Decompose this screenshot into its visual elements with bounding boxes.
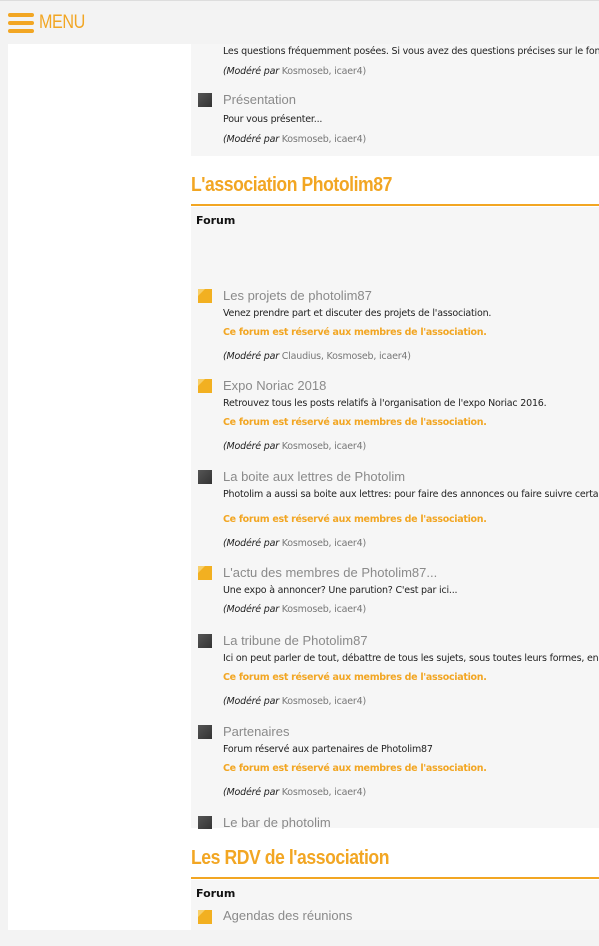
forum-unread-icon — [198, 379, 212, 393]
forum-moderators: (Modéré par Kosmoseb, icaer4) — [223, 787, 366, 798]
column-header-forum: Forum — [196, 214, 236, 227]
forum-description: Une expo à annoncer? Une parution? C'est… — [223, 585, 458, 596]
forum-list: Les questions fréquemment posées. Si vou… — [191, 44, 599, 930]
column-header-forum: Forum — [196, 887, 236, 900]
forum-moderators: (Modéré par Kosmoseb, icaer4) — [223, 696, 366, 707]
forum-moderators: (Modéré par Kosmoseb, icaer4) — [223, 604, 366, 615]
forum-description: Pour vous présenter... — [223, 114, 323, 125]
forum-row[interactable]: Présentation Pour vous présenter... (Mod… — [191, 92, 599, 148]
forum-unread-icon — [198, 289, 212, 303]
forum-description: Forum réservé aux partenaires de Photoli… — [223, 744, 433, 755]
forum-description: Photolim a aussi sa boite aux lettres: p… — [223, 489, 599, 500]
top-forum-panel: Les questions fréquemment posées. Si vou… — [191, 44, 599, 156]
hamburger-icon — [8, 13, 34, 33]
forum-description: Retrouvez tous les posts relatifs à l'or… — [223, 398, 547, 409]
forum-unread-icon — [198, 910, 212, 924]
forum-title-link[interactable]: Le bar de photolim — [223, 815, 331, 830]
forum-moderators: (Modéré par Kosmoseb, icaer4) — [223, 538, 366, 549]
forum-read-icon — [198, 725, 212, 739]
category-rdv: Les RDV de l'association Forum Agendas d… — [191, 829, 599, 930]
forum-description: Ici on peut parler de tout, débattre de … — [223, 653, 599, 664]
forum-title-link[interactable]: La tribune de Photolim87 — [223, 633, 368, 648]
menu-label: MENU — [39, 12, 85, 33]
forum-reserved-notice: Ce forum est réservé aux membres de l'as… — [223, 672, 487, 683]
forum-description: Les questions fréquemment posées. Si vou… — [223, 46, 599, 57]
forum-title-link[interactable]: L'actu des membres de Photolim87... — [223, 565, 437, 580]
forum-title-link[interactable]: La boite aux lettres de Photolim — [223, 469, 405, 484]
category-panel: Forum Agendas des réunions — [191, 880, 599, 930]
category-photolim87: L'association Photolim87 Forum Les proje… — [191, 156, 599, 865]
forum-title-link[interactable]: Expo Noriac 2018 — [223, 378, 326, 393]
category-title[interactable]: L'association Photolim87 — [191, 174, 392, 197]
forum-moderators: (Modéré par Claudius, Kosmoseb, icaer4) — [223, 351, 411, 362]
forum-read-icon — [198, 93, 212, 107]
forum-title-link[interactable]: Les projets de photolim87 — [223, 288, 372, 303]
forum-read-icon — [198, 470, 212, 484]
menu-button[interactable]: MENU — [8, 11, 93, 35]
forum-reserved-notice: Ce forum est réservé aux membres de l'as… — [223, 327, 487, 338]
category-title[interactable]: Les RDV de l'association — [191, 847, 389, 870]
forum-reserved-notice: Ce forum est réservé aux membres de l'as… — [223, 417, 487, 428]
forum-moderators: (Modéré par Kosmoseb, icaer4) — [223, 134, 366, 145]
forum-reserved-notice: Ce forum est réservé aux membres de l'as… — [223, 514, 487, 525]
forum-row[interactable]: Agendas des réunions — [191, 908, 599, 928]
sidebar — [8, 44, 191, 930]
forum-unread-icon — [198, 566, 212, 580]
forum-read-icon — [198, 816, 212, 830]
forum-moderators: (Modéré par Kosmoseb, icaer4) — [223, 66, 366, 77]
forum-title-link[interactable]: Partenaires — [223, 724, 289, 739]
forum-reserved-notice: Ce forum est réservé aux membres de l'as… — [223, 763, 487, 774]
forum-description: Venez prendre part et discuter des proje… — [223, 308, 492, 319]
forum-read-icon — [198, 634, 212, 648]
forum-title-link[interactable]: Agendas des réunions — [223, 908, 352, 923]
category-divider — [191, 204, 599, 206]
forum-title-link[interactable]: Présentation — [223, 92, 296, 107]
top-bar: MENU — [0, 0, 599, 45]
forum-moderators: (Modéré par Kosmoseb, icaer4) — [223, 441, 366, 452]
category-divider — [191, 877, 599, 879]
